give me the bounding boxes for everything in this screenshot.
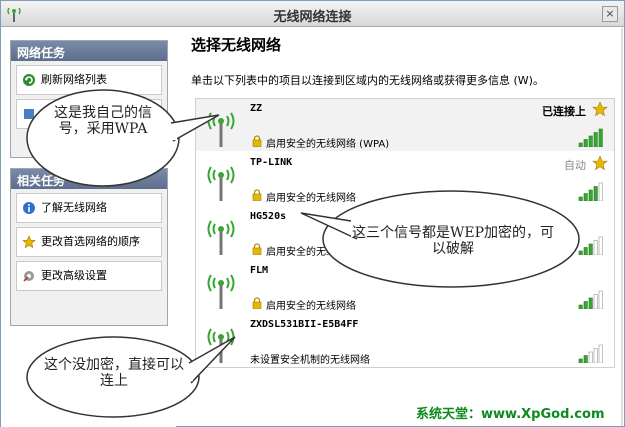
network-ssid: ZXDSL531BII-E5B4FF	[250, 319, 359, 330]
annotation-open-note: 这个没加密，直接可以连上	[44, 357, 184, 389]
signal-bar	[593, 348, 598, 363]
signal-strength-icon	[578, 344, 603, 363]
network-security: 启用安全的无线网络	[266, 301, 356, 312]
preferred-star-icon	[592, 155, 608, 171]
settings-icon	[23, 271, 34, 282]
advanced-settings-label: 更改高级设置	[41, 269, 107, 282]
preferred-star-icon	[592, 101, 608, 117]
network-ssid: FLM	[250, 265, 269, 276]
network-ssid: HG520s	[250, 211, 287, 222]
signal-bar	[593, 294, 598, 309]
signal-bar	[578, 304, 583, 309]
network-status: 已连接上	[542, 105, 586, 118]
star-icon	[22, 235, 36, 249]
lock-icon	[252, 297, 262, 309]
signal-bar	[593, 132, 598, 147]
page-description: 单击以下列表中的项目以连接到区域内的无线网络或获得更多信息 (W)。	[191, 74, 544, 87]
lock-icon	[252, 135, 262, 147]
window-title: 无线网络连接	[273, 10, 352, 25]
wireless-network-icon	[207, 220, 235, 255]
lock-icon	[252, 189, 262, 201]
annotation-wep-note: 这三个信号都是WEP加密的，可以破解	[351, 225, 555, 257]
annotation-bubble-own	[26, 89, 220, 187]
signal-bar	[588, 351, 593, 363]
network-ssid: ZZ	[250, 103, 263, 114]
signal-bar	[598, 182, 603, 201]
network-security: 未设置安全机制的无线网络	[250, 355, 370, 366]
title-bar: 无线网络连接 ×	[1, 1, 624, 27]
network-ssid: TP-LINK	[250, 157, 293, 168]
signal-bar	[588, 135, 593, 147]
signal-bar	[588, 297, 593, 309]
network-item[interactable]: ZXDSL531BII-E5B4FF 未设置安全机制的无线网络	[196, 315, 614, 367]
scrollbar[interactable]	[621, 28, 623, 426]
signal-bar	[593, 240, 598, 255]
network-security: 启用安全的无线网络 (WPA)	[266, 139, 390, 150]
network-item[interactable]: ZZ 已连接上 启用安全的无线网络 (WPA)	[196, 99, 614, 151]
signal-bar	[598, 344, 603, 363]
change-order-label: 更改首选网络的顺序	[41, 235, 140, 248]
learn-wireless-label: 了解无线网络	[41, 201, 107, 214]
signal-bar	[593, 186, 598, 201]
signal-bar	[578, 358, 583, 363]
signal-bar	[598, 128, 603, 147]
close-button[interactable]: ×	[602, 6, 618, 22]
signal-bar	[583, 301, 588, 309]
lock-icon	[252, 243, 262, 255]
signal-strength-icon	[578, 128, 603, 147]
info-icon	[23, 202, 35, 214]
wireless-connection-window: 无线网络连接 × 网络任务 刷新网络列表 相关任务 了解无线网络 更改首选网络的…	[0, 0, 625, 427]
signal-bar	[578, 142, 583, 147]
signal-strength-icon	[578, 290, 603, 309]
site-watermark: 系统天堂：www.XpGod.com	[416, 407, 605, 422]
wireless-network-icon	[207, 274, 235, 309]
advanced-settings-link[interactable]: 更改高级设置	[16, 261, 162, 291]
network-tasks-heading: 网络任务	[11, 41, 167, 61]
signal-bar	[583, 355, 588, 363]
page-title: 选择无线网络	[191, 36, 282, 54]
annotation-own-signal: 这是我自己的信号，采用WPA	[54, 105, 152, 137]
learn-wireless-link[interactable]: 了解无线网络	[16, 193, 162, 223]
signal-bar	[583, 139, 588, 147]
signal-bar	[598, 236, 603, 255]
change-order-link[interactable]: 更改首选网络的顺序	[16, 227, 162, 257]
signal-bar	[598, 290, 603, 309]
